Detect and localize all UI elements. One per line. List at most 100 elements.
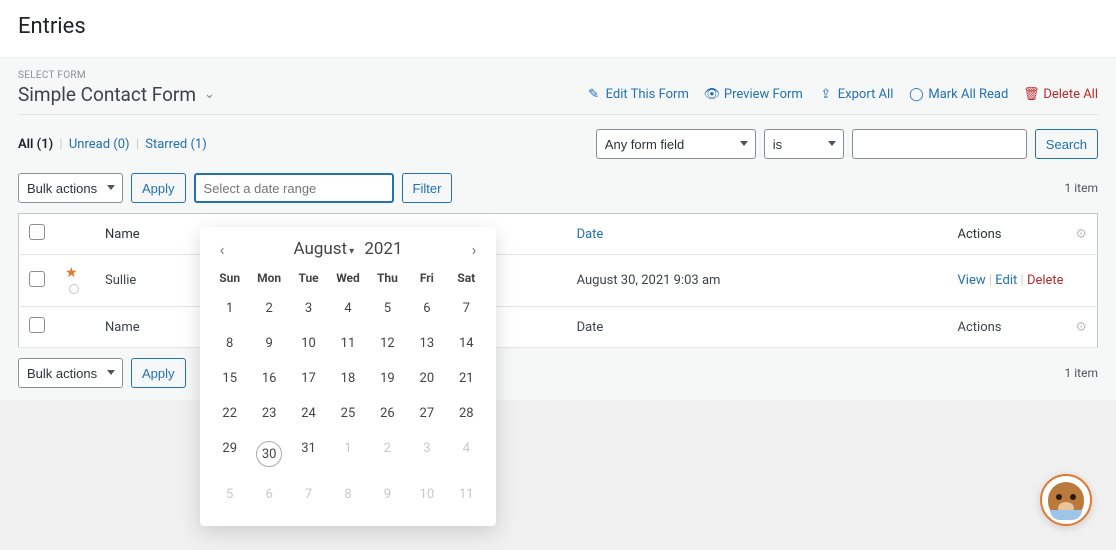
circle-icon: ◯ <box>909 88 923 102</box>
filter-starred[interactable]: Starred (1) <box>145 137 207 152</box>
calendar-day[interactable]: 2 <box>368 431 407 477</box>
calendar-day[interactable]: 30 <box>249 431 288 477</box>
date-picker: ‹ August▾ 2021 › SunMonTueWedThuFriSat12… <box>200 227 496 526</box>
pencil-icon: ✎ <box>587 88 601 102</box>
filter-button[interactable]: Filter <box>402 173 453 203</box>
preview-form-link[interactable]: 👁Preview Form <box>705 87 803 102</box>
calendar-day[interactable]: 6 <box>407 291 446 326</box>
search-value-input[interactable] <box>852 129 1027 159</box>
row-view-link[interactable]: View <box>958 273 986 288</box>
apply-button-bottom[interactable]: Apply <box>131 358 186 388</box>
item-count-bottom: 1 item <box>1065 366 1098 380</box>
form-name-text: Simple Contact Form <box>18 83 196 106</box>
export-all-link[interactable]: ⇪Export All <box>819 87 894 102</box>
row-delete-link[interactable]: Delete <box>1027 273 1064 288</box>
calendar-day[interactable]: 13 <box>407 326 446 361</box>
calendar-day[interactable]: 1 <box>328 431 367 477</box>
calendar-day[interactable]: 8 <box>328 477 367 512</box>
calendar-day[interactable]: 17 <box>289 361 328 396</box>
page-title: Entries <box>18 14 1098 39</box>
calendar-day[interactable]: 26 <box>368 396 407 431</box>
calendar-dow: Fri <box>407 265 446 291</box>
calendar-day[interactable]: 11 <box>328 326 367 361</box>
calendar-day[interactable]: 9 <box>249 326 288 361</box>
chevron-down-icon: ▾ <box>349 246 354 257</box>
calendar-day[interactable]: 22 <box>210 396 249 431</box>
search-op-select[interactable]: is <box>764 129 844 159</box>
prev-month-icon[interactable]: ‹ <box>210 240 234 259</box>
calendar-day[interactable]: 14 <box>447 326 486 361</box>
calendar-day[interactable]: 10 <box>289 326 328 361</box>
bulk-actions-select-bottom[interactable]: Bulk actions <box>18 358 123 388</box>
chevron-down-icon: ⌄ <box>204 87 215 102</box>
calendar-dow: Wed <box>328 265 367 291</box>
table-row: ★ Sullie Pre-Sale Query August 30, 2021 … <box>19 255 1098 307</box>
row-checkbox[interactable] <box>29 271 45 287</box>
select-all-checkbox[interactable] <box>29 224 45 240</box>
col-actions: Actions <box>958 227 1002 242</box>
select-form-label: SELECT FORM <box>18 70 1098 81</box>
calendar-day[interactable]: 2 <box>249 291 288 326</box>
calendar-day[interactable]: 4 <box>328 291 367 326</box>
calendar-dow: Thu <box>368 265 407 291</box>
calendar-day[interactable]: 5 <box>368 291 407 326</box>
calendar-day[interactable]: 10 <box>407 477 446 512</box>
calendar-dow: Sun <box>210 265 249 291</box>
calendar-title[interactable]: August▾ 2021 <box>234 239 462 259</box>
star-icon[interactable]: ★ <box>65 265 78 281</box>
calendar-day[interactable]: 5 <box>210 477 249 512</box>
apply-button[interactable]: Apply <box>131 173 186 203</box>
calendar-day[interactable]: 27 <box>407 396 446 431</box>
calendar-day[interactable]: 19 <box>368 361 407 396</box>
calendar-day[interactable]: 21 <box>447 361 486 396</box>
calendar-day[interactable]: 29 <box>210 431 249 477</box>
trash-icon: 🗑 <box>1024 88 1038 102</box>
calendar-day[interactable]: 23 <box>249 396 288 431</box>
calendar-day[interactable]: 24 <box>289 396 328 431</box>
calendar-day[interactable]: 1 <box>210 291 249 326</box>
search-bar: Any form field is Search <box>596 129 1098 159</box>
calendar-day[interactable]: 6 <box>249 477 288 512</box>
calendar-day[interactable]: 18 <box>328 361 367 396</box>
item-count-top: 1 item <box>1065 181 1098 195</box>
help-mascot[interactable] <box>1040 474 1092 526</box>
col-actions-foot: Actions <box>958 320 1002 335</box>
calendar-dow: Mon <box>249 265 288 291</box>
bulk-actions-select[interactable]: Bulk actions <box>18 173 123 203</box>
calendar-day[interactable]: 28 <box>447 396 486 431</box>
calendar-day[interactable]: 12 <box>368 326 407 361</box>
filter-unread[interactable]: Unread (0) <box>69 137 130 152</box>
calendar-day[interactable]: 4 <box>447 431 486 477</box>
calendar-day[interactable]: 3 <box>289 291 328 326</box>
calendar-day[interactable]: 7 <box>447 291 486 326</box>
cell-date: August 30, 2021 9:03 am <box>567 255 948 307</box>
calendar-day[interactable]: 15 <box>210 361 249 396</box>
search-button[interactable]: Search <box>1035 129 1098 159</box>
calendar-day[interactable]: 7 <box>289 477 328 512</box>
calendar-day[interactable]: 9 <box>368 477 407 512</box>
export-icon: ⇪ <box>819 88 833 102</box>
read-indicator-icon[interactable] <box>69 284 79 294</box>
calendar-day[interactable]: 3 <box>407 431 446 477</box>
mark-read-link[interactable]: ◯Mark All Read <box>909 87 1008 102</box>
calendar-day[interactable]: 8 <box>210 326 249 361</box>
edit-form-link[interactable]: ✎Edit This Form <box>587 87 689 102</box>
select-all-checkbox-bottom[interactable] <box>29 317 45 333</box>
search-field-select[interactable]: Any form field <box>596 129 756 159</box>
next-month-icon[interactable]: › <box>462 240 486 259</box>
calendar-day[interactable]: 25 <box>328 396 367 431</box>
row-edit-link[interactable]: Edit <box>995 273 1017 288</box>
form-actions: ✎Edit This Form 👁Preview Form ⇪Export Al… <box>587 87 1098 102</box>
delete-all-link[interactable]: 🗑Delete All <box>1024 87 1098 102</box>
calendar-day[interactable]: 31 <box>289 431 328 477</box>
form-selector[interactable]: Simple Contact Form ⌄ <box>18 83 215 106</box>
col-date-foot[interactable]: Date <box>567 307 948 348</box>
date-range-input[interactable] <box>194 173 394 203</box>
gear-icon[interactable]: ⚙ <box>1075 227 1087 242</box>
calendar-day[interactable]: 20 <box>407 361 446 396</box>
gear-icon-foot[interactable]: ⚙ <box>1075 320 1087 335</box>
col-date[interactable]: Date <box>567 214 948 255</box>
filter-all[interactable]: All (1) <box>18 137 53 152</box>
calendar-day[interactable]: 16 <box>249 361 288 396</box>
calendar-day[interactable]: 11 <box>447 477 486 512</box>
